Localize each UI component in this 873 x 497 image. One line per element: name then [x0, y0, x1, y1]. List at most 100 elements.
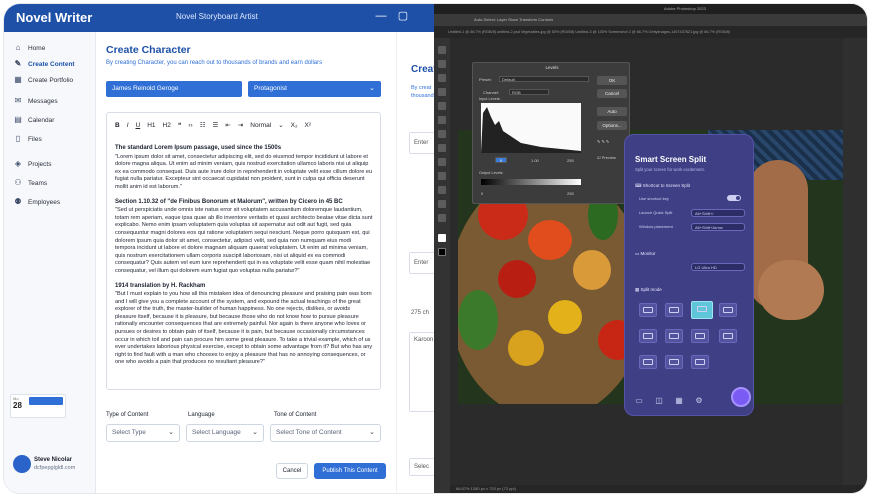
stamp-tool-icon[interactable] — [438, 130, 446, 138]
screen-icon[interactable]: ▭ — [635, 397, 643, 405]
indent-icon[interactable]: ⇥ — [238, 121, 243, 129]
calendar-date: 28 — [13, 401, 22, 410]
eyedropper-icons[interactable]: ✎ ✎ ✎ — [597, 139, 609, 144]
zoom-tool-icon[interactable] — [438, 214, 446, 222]
split-layout-option[interactable] — [691, 355, 709, 369]
gradient-tool-icon[interactable] — [438, 158, 446, 166]
h2-button[interactable]: H2 — [163, 122, 171, 129]
type-select[interactable]: Select Type ⌄ — [106, 424, 180, 442]
character-role-select[interactable]: Protagonist ⌄ — [248, 81, 381, 97]
ss-shortcut-toggle[interactable] — [727, 195, 741, 201]
user-profile[interactable]: Steve Nicolar dcfpepglgldl.com — [4, 450, 96, 493]
outdent-icon[interactable]: ⇤ — [225, 121, 230, 129]
sidebar-item-files[interactable]: ▯ Files — [14, 132, 42, 146]
split-layout-option-selected[interactable] — [691, 301, 713, 319]
split-layout-option[interactable] — [639, 329, 657, 343]
h1-button[interactable]: H1 — [147, 122, 155, 129]
move-tool-icon[interactable] — [438, 46, 446, 54]
preview-checkbox[interactable]: ☑ Preview — [597, 155, 616, 160]
levels-cancel-button[interactable]: Cancel — [597, 89, 627, 98]
brush-tool-icon[interactable] — [438, 116, 446, 124]
ss-monitor-select[interactable]: LG Ultra HD — [691, 263, 745, 271]
marquee-tool-icon[interactable] — [438, 60, 446, 68]
ss-launch-shortcut-field[interactable]: Alt+Shift+/ — [691, 209, 745, 217]
peek-input-1[interactable]: Enter — [409, 132, 434, 154]
rich-text-editor[interactable]: B I U H1 H2 ❝ ‹› ☷ ☰ ⇤ ⇥ Normal ⌄ X₂ X² … — [106, 112, 381, 390]
input-white-field[interactable]: 255 — [567, 158, 574, 163]
levels-auto-button[interactable]: Auto — [597, 107, 627, 116]
sidebar-item-home[interactable]: ⌂ Home — [14, 41, 46, 55]
sidebar-item-projects[interactable]: ◈ Projects — [14, 157, 52, 171]
peek-input-2[interactable]: Enter — [409, 252, 434, 274]
underline-button[interactable]: U — [136, 122, 141, 129]
eraser-tool-icon[interactable] — [438, 144, 446, 152]
peek-card[interactable]: Karoon — [409, 332, 434, 412]
foreground-color-swatch[interactable] — [438, 234, 446, 242]
levels-options-button[interactable]: Options... — [597, 121, 627, 130]
calendar-event[interactable] — [29, 397, 63, 405]
code-icon[interactable]: ‹› — [188, 122, 192, 129]
crop-tool-icon[interactable] — [438, 88, 446, 96]
sidebar-item-employees[interactable]: ⚉ Employees — [14, 195, 60, 209]
lasso-tool-icon[interactable] — [438, 74, 446, 82]
split-layout-option[interactable] — [719, 303, 737, 317]
ps-toolbar — [434, 38, 450, 493]
channel-select[interactable]: RGB — [509, 89, 549, 95]
bullet-list-icon[interactable]: ☰ — [213, 121, 219, 129]
paragraph: "But I must explain to you how all this … — [115, 291, 373, 366]
bold-button[interactable]: B — [115, 122, 120, 129]
subscript-button[interactable]: X₂ — [291, 122, 298, 129]
language-select[interactable]: Select Language ⌄ — [186, 424, 264, 442]
ss-window-placement-field[interactable]: Alt+Shift+Arrow — [691, 223, 745, 231]
ps-options-bar[interactable]: Auto-Select: Layer Show Transform Contro… — [434, 14, 867, 26]
levels-ok-button[interactable]: OK — [597, 76, 627, 85]
sidebar-item-messages[interactable]: ✉ Messages — [14, 94, 58, 108]
character-name-select[interactable]: James Reinold Geroge — [106, 81, 242, 97]
type-label: Type of Content — [106, 412, 149, 418]
grid-icon[interactable]: ▦ — [675, 397, 683, 405]
split-layout-option[interactable] — [719, 329, 737, 343]
quote-icon[interactable]: ❝ — [178, 121, 182, 129]
input-gamma-field[interactable]: 1.00 — [531, 158, 539, 163]
output-black-field[interactable]: 0 — [481, 191, 483, 196]
restore-icon[interactable]: ▢ — [396, 9, 410, 23]
input-black-field[interactable]: 0 — [495, 157, 507, 163]
italic-button[interactable]: I — [127, 122, 129, 129]
output-gradient[interactable] — [481, 179, 581, 185]
split-layout-option[interactable] — [665, 329, 683, 343]
output-white-field[interactable]: 255 — [567, 191, 574, 196]
sidebar-item-teams[interactable]: ⚇ Teams — [14, 176, 47, 190]
ordered-list-icon[interactable]: ☷ — [200, 121, 206, 129]
text-style-select[interactable]: Normal — [250, 122, 271, 129]
avatar[interactable] — [13, 455, 31, 473]
split-layout-option[interactable] — [665, 355, 683, 369]
preset-select[interactable]: Default — [499, 76, 589, 82]
split-layout-option[interactable] — [665, 303, 683, 317]
chevron-down-icon[interactable]: ⌄ — [278, 121, 283, 129]
calendar-widget[interactable]: Mo 28 — [10, 394, 66, 418]
gear-icon[interactable]: ⚙ — [695, 397, 703, 405]
sidebar-item-create-content[interactable]: ✎ Create Content — [14, 57, 75, 71]
text-tool-icon[interactable] — [438, 186, 446, 194]
sidebar-item-calendar[interactable]: ▤ Calendar — [14, 113, 54, 127]
pen-tool-icon[interactable] — [438, 172, 446, 180]
eyedropper-tool-icon[interactable] — [438, 102, 446, 110]
tone-select[interactable]: Select Tone of Content ⌄ — [270, 424, 381, 442]
split-layout-option[interactable] — [691, 329, 709, 343]
peek-select[interactable]: Selec — [409, 458, 434, 476]
hand-tool-icon[interactable] — [438, 200, 446, 208]
editor-content[interactable]: The standard Lorem Ipsum passage, used s… — [115, 145, 373, 374]
split-layout-option[interactable] — [639, 303, 657, 317]
sidebar-item-create-portfolio[interactable]: ▦ Create Portfolio — [14, 73, 73, 87]
split-icon[interactable]: ◫ — [655, 397, 663, 405]
cancel-button[interactable]: Cancel — [276, 463, 308, 479]
superscript-button[interactable]: X² — [305, 122, 312, 129]
input-levels-label: Input Levels: — [479, 97, 501, 101]
ss-launch-fab[interactable] — [731, 387, 751, 407]
levels-histogram[interactable] — [481, 103, 581, 153]
split-layout-option[interactable] — [639, 355, 657, 369]
ps-document-tabs[interactable]: Untitled-1 @ 66.7% (RGB/8) untitled-2.ps… — [434, 26, 867, 38]
background-color-swatch[interactable] — [438, 248, 446, 256]
publish-button[interactable]: Publish This Content — [314, 463, 386, 479]
minimize-icon[interactable]: — — [374, 9, 388, 23]
